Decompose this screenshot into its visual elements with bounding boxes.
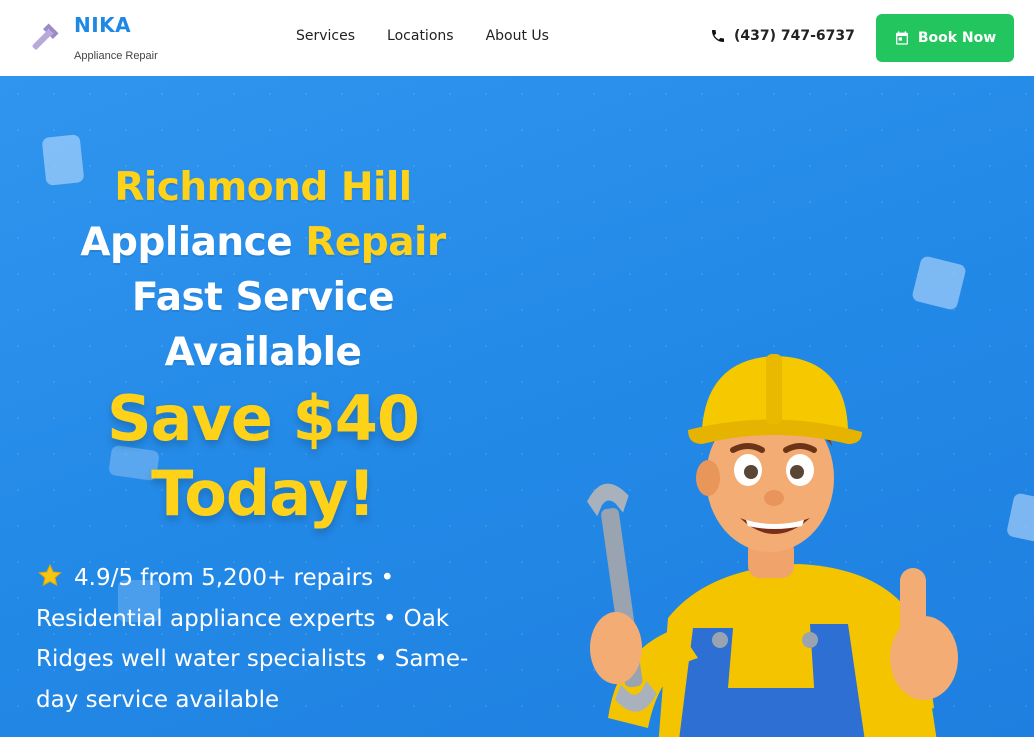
- phone-link[interactable]: (437) 747-6737: [710, 28, 855, 44]
- promo-offer: Save $40 Today!: [30, 380, 496, 530]
- calendar-icon: [895, 31, 908, 45]
- repair-technician-illustration: [587, 354, 958, 737]
- brand-subtitle: Appliance Repair: [74, 50, 158, 62]
- hero-title-line4: Available: [164, 330, 362, 375]
- site-header: NIKA Appliance Repair Services Locations…: [0, 0, 1034, 76]
- hero-title-line2: Appliance Repair: [30, 215, 496, 270]
- wrench-icon: [32, 23, 59, 50]
- nav-link-services[interactable]: Services: [296, 28, 355, 44]
- rating-text: 4.9/5 from 5,200+ repairs • Residential …: [36, 565, 469, 713]
- phone-icon: [712, 30, 724, 42]
- book-now-label: Book Now: [917, 30, 997, 46]
- hero-title-appliance: Appliance: [80, 220, 306, 265]
- hero-title-city: Richmond Hill: [114, 165, 412, 210]
- brand-name: NIKA: [74, 13, 132, 37]
- hero-title: Richmond Hill Appliance Repair Fast Serv…: [30, 160, 496, 380]
- hero-section: Richmond Hill Appliance Repair Fast Serv…: [0, 76, 1034, 737]
- nav-link-about-us[interactable]: About Us: [486, 28, 549, 44]
- hero-title-line3: Fast Service: [131, 275, 395, 320]
- hero-title-repair: Repair: [305, 220, 446, 265]
- book-now-button[interactable]: Book Now: [876, 14, 1014, 62]
- phone-number: (437) 747-6737: [734, 28, 855, 44]
- promo-today: Today!: [151, 457, 376, 530]
- main-nav: Services Locations About Us: [296, 28, 549, 44]
- promo-amount: Save $40: [107, 382, 420, 455]
- star-icon: [38, 563, 62, 587]
- rating-summary: 4.9/5 from 5,200+ repairs • Residential …: [36, 558, 496, 720]
- nav-link-locations[interactable]: Locations: [387, 28, 454, 44]
- brand-logo[interactable]: NIKA Appliance Repair: [26, 10, 158, 62]
